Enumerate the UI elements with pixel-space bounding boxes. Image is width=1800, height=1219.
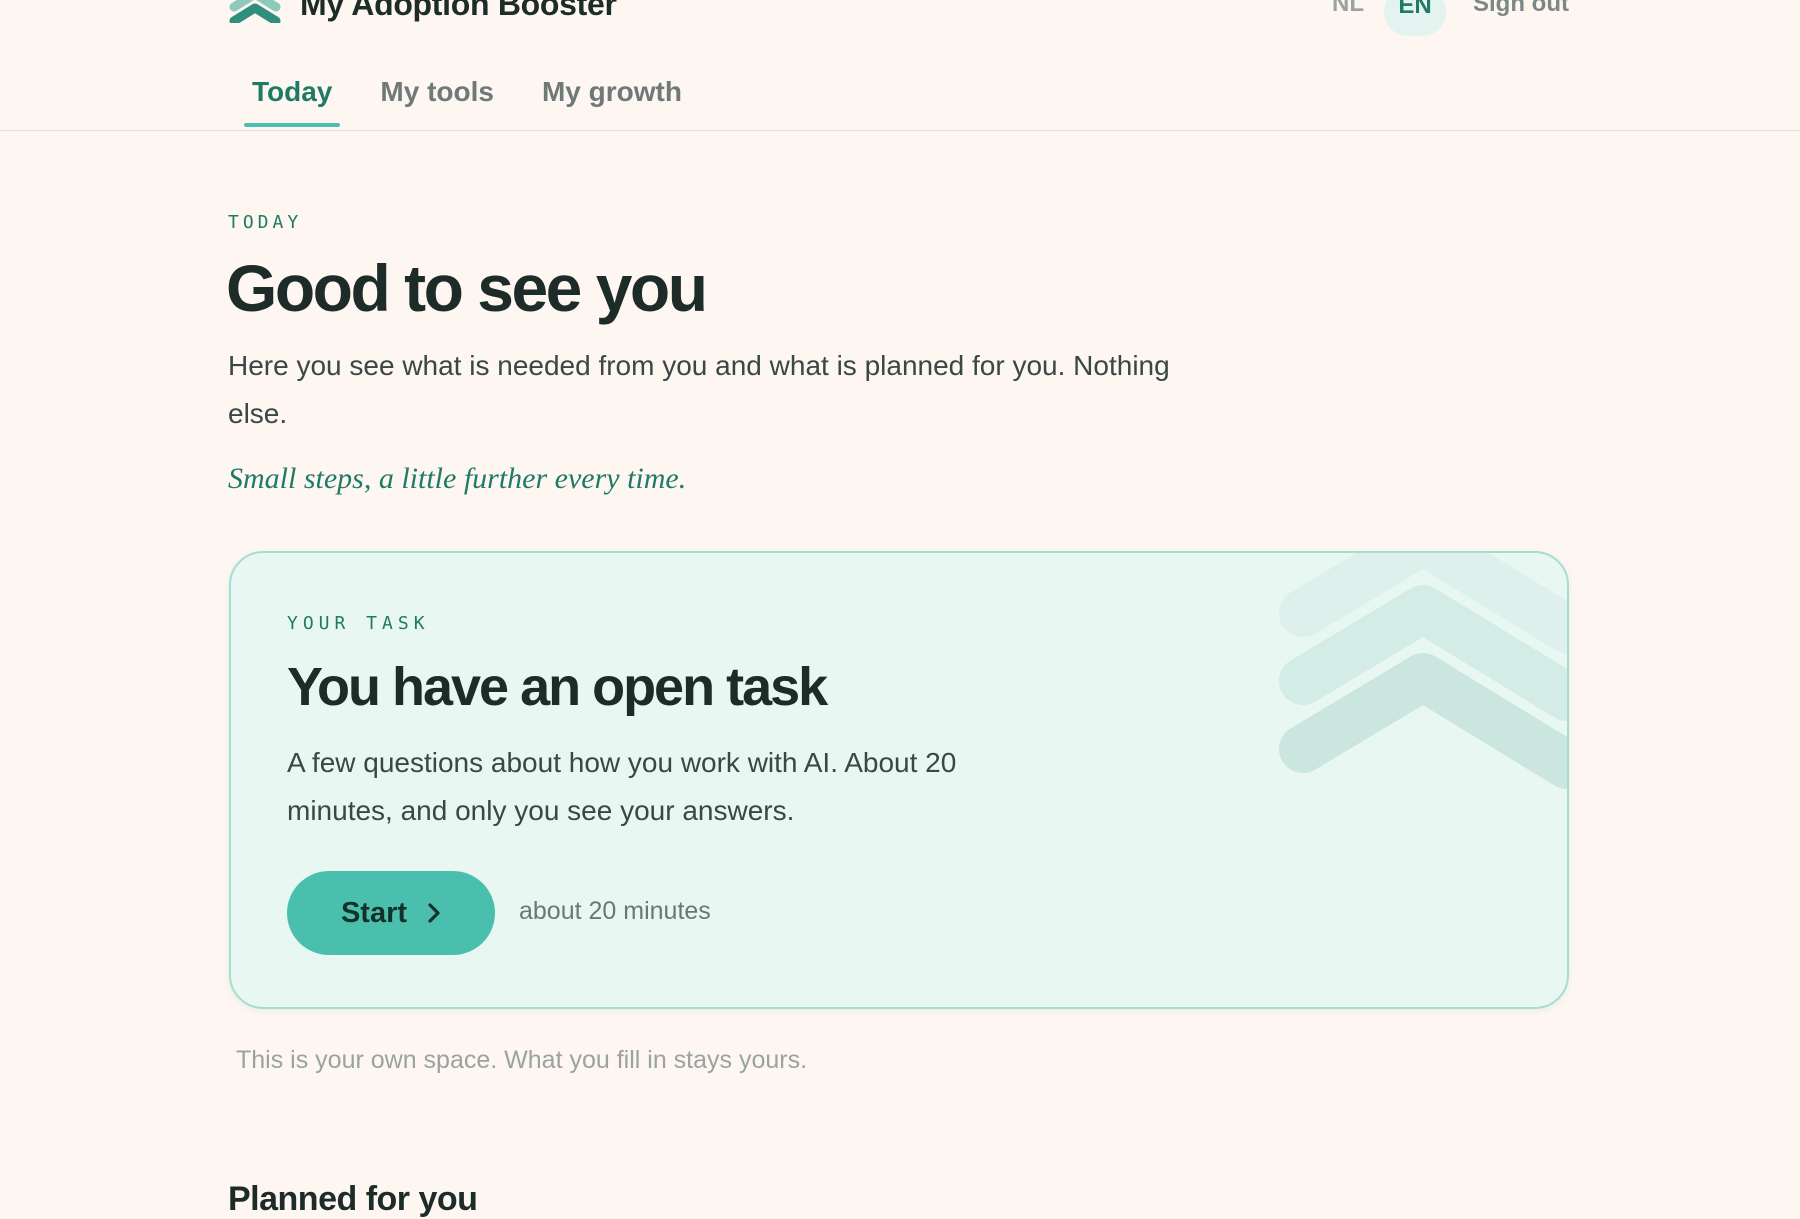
page-title: Good to see you [226,251,708,325]
sign-out-link[interactable]: Sign out [1473,0,1569,18]
chevron-right-icon [428,903,440,923]
decorative-chevron-icon [1279,553,1567,789]
logo-icon [229,0,281,23]
brand[interactable]: My Adoption Booster [228,0,617,23]
start-button-label: Start [340,896,408,929]
tab-my-tools[interactable]: My tools [356,72,518,126]
task-duration: about 20 minutes [519,897,711,925]
top-bar: My Adoption Booster NL EN Sign out Today… [0,0,1800,131]
task-title: You have an open task [287,657,828,717]
brand-name: My Adoption Booster [300,0,617,22]
start-button[interactable]: Start [287,871,495,955]
privacy-note: This is your own space. What you fill in… [236,1046,808,1074]
task-eyebrow: YOUR TASK [287,613,430,634]
task-description: A few questions about how you work with … [287,747,957,826]
motto: Small steps, a little further every time… [228,462,687,495]
page-eyebrow: TODAY [228,212,303,233]
language-en[interactable]: EN [1384,0,1446,36]
tab-today[interactable]: Today [228,72,356,127]
language-nl[interactable]: NL [1332,0,1364,18]
main-tabs: Today My tools My growth [228,72,706,127]
task-card: YOUR TASK You have an open task A few qu… [229,551,1569,1009]
page-intro: Here you see what is needed from you and… [228,350,1170,429]
tab-my-growth[interactable]: My growth [518,72,706,126]
